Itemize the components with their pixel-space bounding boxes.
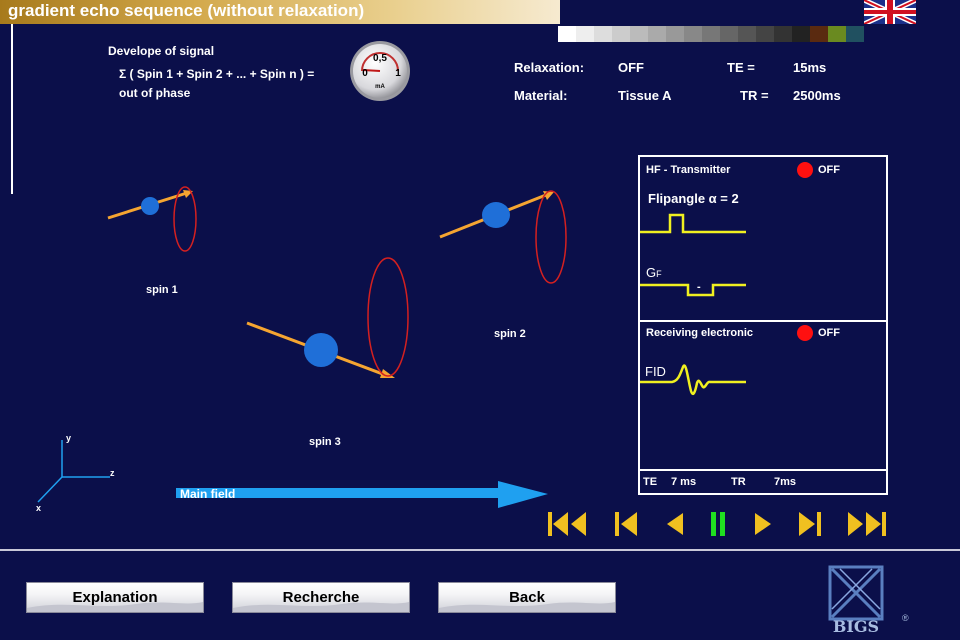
panel-tr-value: 7ms (774, 476, 797, 488)
pause-icon (711, 512, 725, 536)
signal-formula: Σ ( Spin 1 + Spin 2 + ... + Spin n ) = (119, 67, 315, 81)
explanation-button[interactable]: Explanation (26, 582, 204, 613)
signal-state: out of phase (119, 86, 191, 100)
grayscale-swatch (774, 26, 792, 42)
sequence-waveforms (640, 213, 746, 395)
step-back-button[interactable] (604, 508, 648, 540)
spin-2 (439, 190, 567, 284)
axes-icon: y z x (36, 433, 115, 513)
tr-label: TR = (740, 88, 769, 103)
signal-heading: Develope of signal (108, 44, 215, 58)
logo-text: BIGS (833, 617, 879, 636)
rewind-to-start-button[interactable] (546, 508, 590, 540)
grayscale-strip (558, 26, 864, 42)
axis-z-label: z (110, 468, 115, 478)
axis-x-label: x (36, 503, 41, 513)
grayscale-swatch (720, 26, 738, 42)
spin-1-precession-orbit (173, 186, 197, 252)
main-field-label: Main field (180, 487, 236, 501)
gauge-unit: mA (375, 84, 385, 90)
fid-waveform (640, 364, 746, 395)
back-button[interactable]: Back (438, 582, 616, 613)
play-reverse-icon (667, 513, 683, 535)
gradient-waveform (640, 283, 746, 297)
skip-to-end-icon (848, 512, 886, 536)
play-button[interactable] (740, 508, 784, 540)
logo-registered-mark: ® (902, 613, 909, 623)
axis-y-label: y (66, 433, 71, 443)
grayscale-swatch (828, 26, 846, 42)
step-forward-icon (799, 512, 821, 536)
te-label: TE = (727, 60, 755, 75)
footer-divider (0, 549, 960, 551)
spin-1-particle (141, 197, 159, 215)
pause-button[interactable] (696, 508, 740, 540)
panel-tr-label: TR (731, 476, 746, 488)
grayscale-swatch (630, 26, 648, 42)
grayscale-swatch (738, 26, 756, 42)
recherche-button-label: Recherche (282, 589, 360, 606)
back-button-label: Back (509, 589, 545, 606)
spin-3-precession-orbit (367, 257, 409, 377)
spin-2-precession-orbit (535, 190, 567, 284)
gauge-max-label: 1 (395, 68, 401, 79)
grayscale-swatch (792, 26, 810, 42)
uk-flag-icon[interactable] (864, 0, 916, 24)
hf-pulse-waveform (640, 213, 746, 234)
grayscale-swatch (702, 26, 720, 42)
spin-3-label: spin 3 (309, 436, 341, 448)
grayscale-swatch (576, 26, 594, 42)
grayscale-swatch (684, 26, 702, 42)
grayscale-swatch (594, 26, 612, 42)
play-icon (755, 513, 771, 535)
skip-to-start-icon (548, 512, 586, 536)
spin-scene (107, 186, 567, 378)
gauge-mid-label: 0,5 (373, 53, 387, 64)
tr-value: 2500ms (793, 88, 841, 103)
play-reverse-button[interactable] (652, 508, 696, 540)
forward-to-end-button[interactable] (844, 508, 888, 540)
relaxation-label: Relaxation: (514, 60, 585, 75)
page-title: gradient echo sequence (without relaxati… (8, 1, 365, 20)
ammeter-gauge: 0,5 0 1 mA (350, 41, 410, 101)
spin-1 (107, 186, 197, 252)
step-back-icon (615, 512, 637, 536)
grayscale-swatch (612, 26, 630, 42)
gauge-min-label: 0 (362, 68, 368, 79)
spin-3-particle (304, 333, 338, 367)
spin-2-label: spin 2 (494, 328, 526, 340)
material-value: Tissue A (618, 88, 672, 103)
spin-3 (246, 257, 409, 378)
explanation-button-label: Explanation (72, 589, 158, 606)
step-forward-button[interactable] (788, 508, 832, 540)
grayscale-swatch (648, 26, 666, 42)
recherche-button[interactable]: Recherche (232, 582, 410, 613)
panel-te-label: TE (643, 476, 658, 488)
grayscale-swatch (558, 26, 576, 42)
material-label: Material: (514, 88, 568, 103)
grayscale-swatch (756, 26, 774, 42)
te-value: 15ms (793, 60, 827, 75)
bigs-logo: BIGS ® (828, 565, 909, 636)
grayscale-swatch (810, 26, 828, 42)
panel-te-value: 7 ms (671, 476, 697, 488)
relaxation-value: OFF (618, 60, 644, 75)
grayscale-swatch (846, 26, 864, 42)
spin-2-particle (482, 202, 510, 228)
grayscale-swatch (666, 26, 684, 42)
spin-1-label: spin 1 (146, 284, 178, 296)
